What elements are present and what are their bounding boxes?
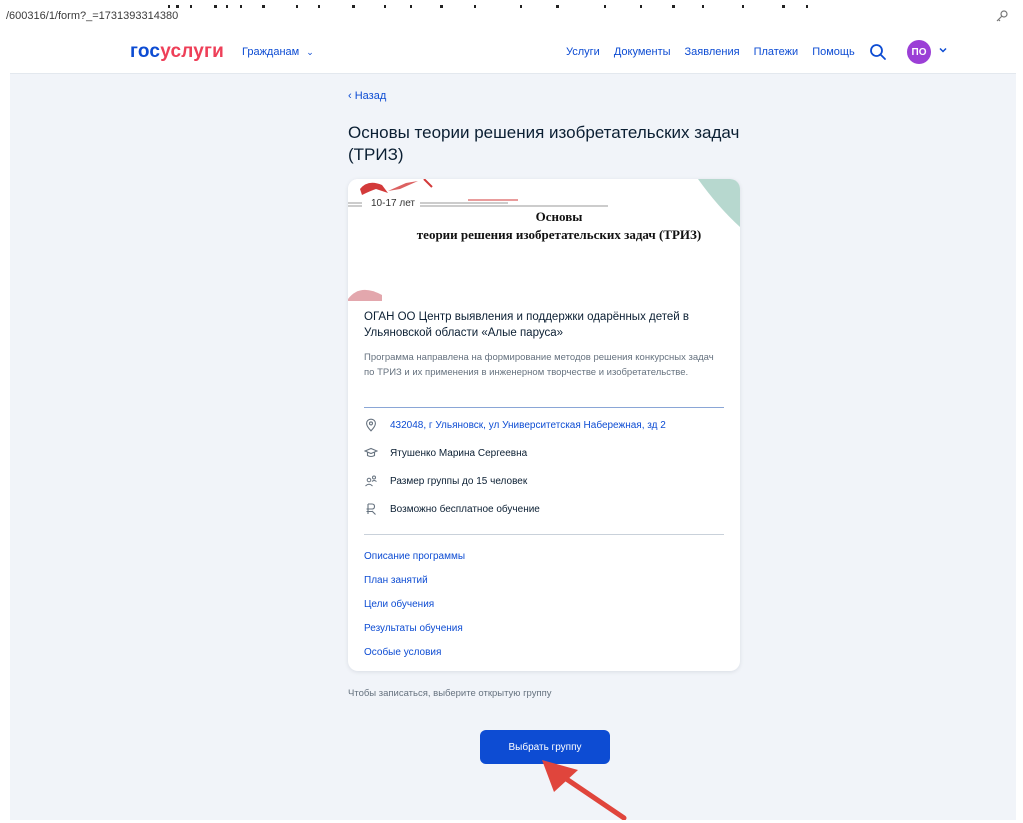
teacher-name: Ятушенко Марина Сергеевна [390, 447, 528, 459]
group-size-row: Размер группы до 15 человек [364, 474, 724, 488]
address-text[interactable]: 432048, г Ульяновск, ул Университетская … [390, 420, 666, 431]
key-icon[interactable] [995, 9, 1009, 23]
teacher-row: Ятушенко Марина Сергеевна [364, 446, 724, 460]
free-education-text: Возможно бесплатное обучение [390, 503, 540, 515]
citizens-menu-label: Гражданам [242, 46, 300, 58]
back-link-label: Назад [354, 90, 387, 102]
people-icon [365, 475, 377, 487]
link-program-description[interactable]: Описание программы [364, 545, 724, 569]
site-header: госуслуги Гражданам ⌄ Услуги Документы З… [10, 30, 1016, 74]
citizens-menu[interactable]: Гражданам ⌄ [242, 46, 314, 58]
group-size-text: Размер группы до 15 человек [390, 475, 528, 487]
program-card: 10-17 лет Основы теории решения изобрета… [348, 179, 740, 671]
page-viewport: госуслуги Гражданам ⌄ Услуги Документы З… [10, 30, 1016, 820]
chevron-down-icon: ⌄ [306, 47, 314, 57]
organization-name: ОГАН ОО Центр выявления и поддержки одар… [364, 311, 690, 339]
nav-item-help[interactable]: Помощь [812, 46, 855, 58]
nav-item-documents[interactable]: Документы [614, 46, 671, 58]
red-arrow-annotation [542, 760, 627, 820]
age-badge: 10-17 лет [368, 198, 418, 209]
graduation-cap-icon [364, 447, 378, 458]
link-learning-results[interactable]: Результаты обучения [364, 617, 724, 641]
program-banner: 10-17 лет Основы теории решения изобрета… [348, 179, 740, 301]
page-title: Основы теории решения изобретательских з… [348, 123, 740, 164]
search-icon[interactable] [869, 43, 887, 61]
banner-title-line2: теории решения изобретательских задач (Т… [416, 227, 702, 242]
program-links: Описание программы План занятий Цели обу… [364, 545, 724, 665]
banner-title-line1: Основы [535, 209, 583, 224]
logo-part-uslugi: услуги [160, 41, 225, 62]
nav-item-services[interactable]: Услуги [566, 46, 600, 58]
address-row[interactable]: 432048, г Ульяновск, ул Университетская … [364, 418, 724, 432]
chevron-left-icon: ‹ [348, 90, 355, 102]
url-text[interactable]: /600316/1/form?_=1731393314380 [6, 10, 178, 22]
divider [364, 534, 724, 535]
free-education-row: Возможно бесплатное обучение [364, 502, 724, 516]
ruble-certificate-icon [366, 503, 376, 515]
chevron-down-icon[interactable] [938, 45, 948, 55]
logo-part-gos: гос [130, 41, 161, 62]
enroll-hint: Чтобы записаться, выберите открытую груп… [348, 688, 552, 699]
main-nav: Услуги Документы Заявления Платежи Помощ… [566, 46, 855, 58]
divider [364, 407, 724, 408]
gosuslugi-logo[interactable]: госуслуги [130, 41, 224, 63]
location-pin-icon [366, 418, 376, 432]
cropped-top-text [0, 0, 1023, 8]
back-link[interactable]: ‹ Назад [348, 90, 386, 102]
nav-item-applications[interactable]: Заявления [685, 46, 740, 58]
nav-item-payments[interactable]: Платежи [754, 46, 799, 58]
link-special-conditions[interactable]: Особые условия [364, 641, 724, 665]
avatar[interactable]: ПО [907, 40, 931, 64]
link-lesson-plan[interactable]: План занятий [364, 569, 724, 593]
browser-address-bar[interactable]: /600316/1/form?_=1731393314380 [0, 8, 1023, 30]
program-description: Программа направлена на формирование мет… [364, 352, 714, 378]
link-learning-goals[interactable]: Цели обучения [364, 593, 724, 617]
